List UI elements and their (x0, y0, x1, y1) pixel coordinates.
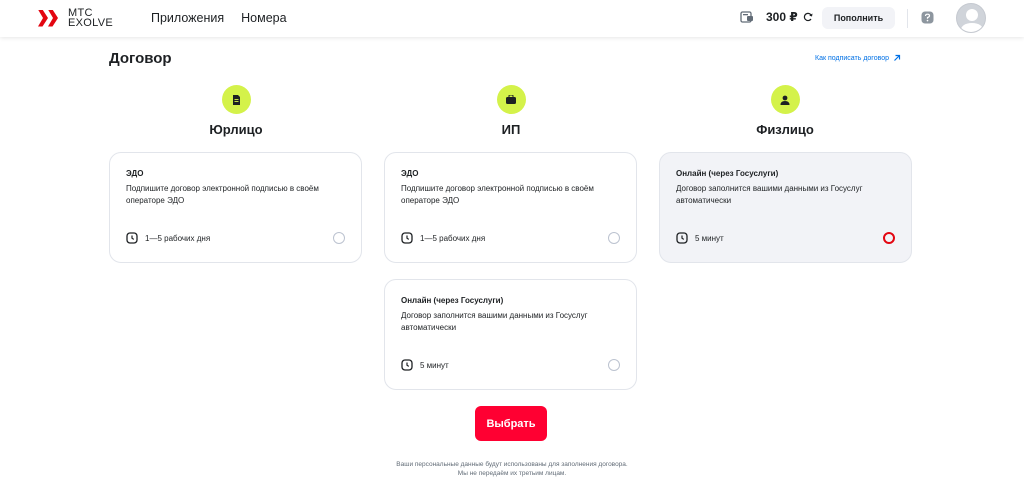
card-description: Подпишите договор электронной подписью в… (126, 184, 319, 205)
logo-text: МТС EXOLVE (68, 8, 114, 29)
column-legal-entity: Юрлицо (106, 85, 366, 137)
card-duration-text: 5 минут (420, 360, 449, 370)
option-card-ip-edo[interactable]: ЭДО Подпишите договор электронной подпис… (384, 152, 637, 263)
option-radio[interactable] (608, 232, 620, 244)
main-nav: Приложения Номера (151, 11, 287, 25)
document-icon (221, 85, 251, 114)
person-icon (770, 85, 800, 114)
column-title-ip: ИП (501, 122, 521, 137)
howto-sign-label: Как подписать договор (815, 54, 890, 62)
card-title: Онлайн (через Госуслуги) (676, 169, 779, 178)
card-duration: 1—5 рабочих дня (401, 232, 485, 244)
column-title-legal: Юрлицо (209, 122, 263, 137)
wallet-icon[interactable] (740, 10, 754, 24)
privacy-disclaimer: Ваши персональные данные будут использов… (312, 460, 712, 478)
header-divider (907, 9, 908, 28)
clock-icon (676, 232, 688, 244)
logo-line2: EXOLVE (68, 17, 114, 29)
mts-exolve-logo[interactable]: МТС EXOLVE (38, 8, 114, 29)
option-radio[interactable] (333, 232, 345, 244)
card-title: Онлайн (через Госуслуги) (401, 296, 504, 305)
card-title: ЭДО (401, 169, 419, 178)
column-title-person: Физлицо (756, 122, 814, 137)
refresh-icon[interactable] (803, 12, 813, 22)
logo-mark-icon (38, 9, 60, 27)
select-button[interactable]: Выбрать (475, 406, 547, 441)
arrow-up-right-icon (894, 54, 901, 61)
card-duration-text: 1—5 рабочих дня (145, 233, 211, 243)
option-card-legal-edo[interactable]: ЭДО Подпишите договор электронной подпис… (109, 152, 362, 263)
disclaimer-line1: Ваши персональные данные будут использов… (396, 461, 628, 468)
card-description: Договор заполнится вашими данными из Гос… (676, 184, 863, 205)
page-title: Договор (109, 50, 172, 67)
card-duration: 5 минут (401, 359, 449, 371)
disclaimer-line2: Мы не передаём их третьим лицам. (457, 470, 567, 477)
card-duration-text: 1—5 рабочих дня (420, 233, 486, 243)
avatar-icon[interactable] (956, 3, 986, 33)
balance: 300 ₽ (740, 10, 813, 24)
topup-button[interactable]: Пополнить (822, 7, 895, 29)
card-description: Договор заполнится вашими данными из Гос… (401, 311, 588, 332)
clock-icon (401, 232, 413, 244)
option-radio-selected[interactable] (883, 232, 895, 244)
card-title: ЭДО (126, 169, 144, 178)
column-individual: Физлицо (655, 85, 915, 137)
clock-icon (126, 232, 138, 244)
card-description: Подпишите договор электронной подписью в… (401, 184, 594, 205)
howto-sign-link[interactable]: Как подписать договор (815, 54, 901, 62)
top-bar: МТС EXOLVE Приложения Номера 300 ₽ Попол… (0, 0, 1024, 37)
avatar-person-icon (960, 9, 984, 32)
balance-value: 300 ₽ (766, 10, 798, 24)
card-duration: 5 минут (676, 232, 724, 244)
briefcase-icon (496, 85, 526, 114)
card-duration-text: 5 минут (695, 233, 724, 243)
clock-icon (401, 359, 413, 371)
card-duration: 1—5 рабочих дня (126, 232, 210, 244)
option-card-person-online[interactable]: Онлайн (через Госуслуги) Договор заполни… (659, 152, 912, 263)
option-radio[interactable] (608, 359, 620, 371)
nav-apps[interactable]: Приложения (151, 11, 224, 25)
help-icon[interactable] (921, 11, 934, 24)
nav-numbers[interactable]: Номера (241, 11, 286, 25)
column-individual-entrepreneur: ИП (381, 85, 641, 137)
option-card-ip-online[interactable]: Онлайн (через Госуслуги) Договор заполни… (384, 279, 637, 390)
